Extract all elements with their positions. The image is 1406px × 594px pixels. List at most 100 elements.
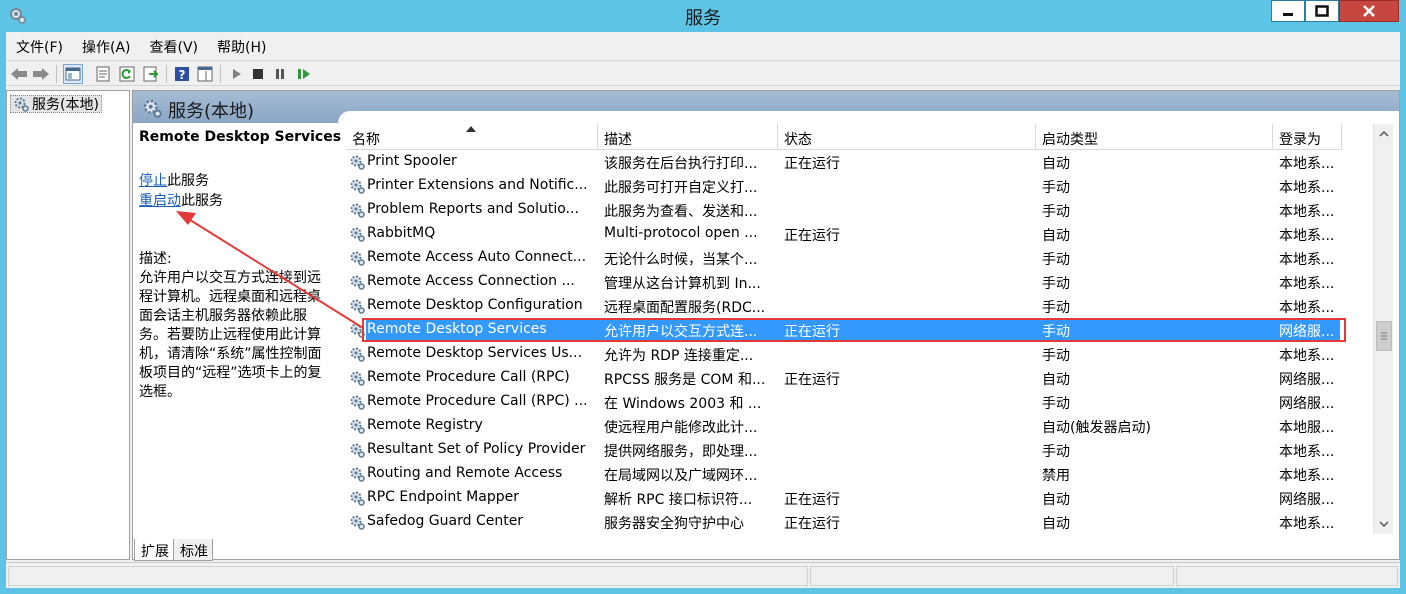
service-name: Print Spooler — [367, 153, 457, 169]
service-status: 正在运行 — [784, 324, 840, 340]
service-row[interactable]: Print Spooler 该服务在后台执行打印... 正在运行 自动 本地系... — [346, 150, 1342, 174]
service-startup-type: 手动 — [1042, 396, 1070, 412]
service-row[interactable]: Remote Procedure Call (RPC) ... 在 Windows… — [346, 390, 1342, 414]
service-gear-icon — [350, 203, 365, 218]
toolbar-separator — [56, 65, 57, 83]
properties-button[interactable] — [93, 64, 113, 84]
restart-service-button[interactable] — [294, 64, 314, 84]
toolbar: ? — [6, 60, 1400, 86]
tab-extended[interactable]: 扩展 — [134, 539, 174, 561]
service-row[interactable]: Remote Desktop Configuration 远程桌面配置服务(RDC… — [346, 294, 1342, 318]
service-logon-as: 网络服... — [1279, 324, 1335, 340]
maximize-button[interactable] — [1305, 0, 1339, 22]
column-header-logon-as[interactable]: 登录为 — [1273, 124, 1342, 150]
properties-icon — [96, 66, 110, 82]
close-icon — [1363, 5, 1375, 17]
menu-file[interactable]: 文件(F) — [6, 35, 72, 59]
start-service-button[interactable] — [227, 64, 247, 84]
scroll-down-button[interactable] — [1377, 517, 1391, 531]
pane-title: 服务(本地) — [168, 101, 255, 122]
pane-header: 服务(本地) — [133, 91, 1399, 123]
tree-item-services-local[interactable]: 服务(本地) — [10, 95, 102, 113]
service-description: RPCSS 服务是 COM 和... — [604, 372, 766, 388]
header-tab-shape — [338, 111, 1399, 123]
service-description: 管理从这台计算机到 In... — [604, 276, 761, 292]
refresh-button[interactable] — [117, 64, 137, 84]
menu-help[interactable]: 帮助(H) — [207, 35, 275, 59]
menu-view[interactable]: 查看(V) — [140, 35, 208, 59]
service-startup-type: 手动 — [1042, 180, 1070, 196]
services-gear-icon — [14, 97, 29, 112]
window-title: 服务 — [685, 8, 721, 29]
service-description: 在局域网以及广域网环... — [604, 468, 758, 484]
console-tree: 服务(本地) — [6, 90, 130, 560]
service-row[interactable]: Remote Desktop Services 允许用户以交互方式连... 正在运行… — [346, 318, 1346, 342]
service-row[interactable]: Remote Desktop Services Us... 允许为 RDP 连接重… — [346, 342, 1342, 366]
service-logon-as: 本地系... — [1279, 276, 1335, 292]
menu-action[interactable]: 操作(A) — [72, 35, 140, 59]
window-body: 文件(F) 操作(A) 查看(V) 帮助(H) ? 服务(本地) 服务(本地) … — [6, 32, 1400, 588]
restart-service-link[interactable]: 重启动 — [139, 193, 181, 209]
show-console-tree-button[interactable] — [63, 64, 83, 84]
service-description: 提供网络服务，即处理... — [604, 444, 758, 460]
service-name: Remote Access Connection ... — [367, 273, 575, 289]
service-gear-icon — [350, 395, 365, 410]
scroll-up-button[interactable] — [1377, 127, 1391, 141]
pause-service-button[interactable] — [270, 64, 290, 84]
tab-standard[interactable]: 标准 — [173, 539, 213, 561]
column-header-description[interactable]: 描述 — [598, 124, 778, 150]
play-icon — [233, 69, 241, 79]
service-description: 允许用户以交互方式连... — [604, 324, 758, 340]
service-name: Routing and Remote Access — [367, 465, 563, 481]
description-line: 选框。 — [139, 384, 181, 400]
column-header-startup-type[interactable]: 启动类型 — [1036, 124, 1273, 150]
service-row[interactable]: Remote Procedure Call (RPC) RPCSS 服务是 COM… — [346, 366, 1342, 390]
service-row[interactable]: RabbitMQ Multi-protocol open ... 正在运行 自动 本地系… — [346, 222, 1342, 246]
stop-icon — [253, 69, 263, 79]
show-action-pane-button[interactable] — [195, 64, 215, 84]
service-description: 使远程用户能修改此计... — [604, 420, 758, 436]
help-button[interactable]: ? — [172, 64, 192, 84]
forward-button[interactable] — [31, 64, 51, 84]
service-gear-icon — [350, 227, 365, 242]
view-tabs: 扩展 标准 — [134, 539, 213, 561]
service-row[interactable]: Remote Registry 使远程用户能修改此计... 自动(触发器启动) 本地服… — [346, 414, 1342, 438]
service-logon-as: 本地系... — [1279, 468, 1335, 484]
service-startup-type: 自动 — [1042, 492, 1070, 508]
selected-service-name: Remote Desktop Services — [139, 129, 342, 145]
service-gear-icon — [350, 323, 365, 338]
service-gear-icon — [350, 347, 365, 362]
restart-suffix: 此服务 — [181, 193, 223, 209]
stop-service-link[interactable]: 停止 — [139, 173, 167, 189]
service-row[interactable]: Resultant Set of Policy Provider 提供网络服务，即… — [346, 438, 1342, 462]
service-row[interactable]: Routing and Remote Access 在局域网以及广域网环... 禁用… — [346, 462, 1342, 486]
stop-service-button[interactable] — [248, 64, 268, 84]
service-description: 允许为 RDP 连接重定... — [604, 348, 754, 364]
close-button[interactable] — [1339, 0, 1399, 22]
column-header-status[interactable]: 状态 — [778, 124, 1036, 150]
service-logon-as: 本地服... — [1279, 420, 1335, 436]
service-row[interactable]: RPC Endpoint Mapper 解析 RPC 接口标识符... 正在运行 自动… — [346, 486, 1342, 510]
vertical-scrollbar[interactable] — [1373, 124, 1393, 534]
service-row[interactable]: Remote Access Connection ... 管理从这台计算机到 In… — [346, 270, 1342, 294]
service-startup-type: 自动 — [1042, 228, 1070, 244]
pause-icon — [276, 69, 284, 79]
service-row[interactable]: Printer Extensions and Notific... 此服务可打开自… — [346, 174, 1342, 198]
service-row[interactable]: Problem Reports and Solutio... 此服务为查看、发送和… — [346, 198, 1342, 222]
service-logon-as: 网络服... — [1279, 372, 1335, 388]
service-startup-type: 手动 — [1042, 252, 1070, 268]
column-header-name[interactable]: 名称 — [346, 124, 598, 150]
service-description: 解析 RPC 接口标识符... — [604, 492, 753, 508]
service-logon-as: 网络服... — [1279, 492, 1335, 508]
service-logon-as: 本地系... — [1279, 180, 1335, 196]
service-name: Remote Desktop Configuration — [367, 297, 583, 313]
service-row[interactable]: Safedog Guard Center 服务器安全狗守护中心 正在运行 自动 本地系.… — [346, 510, 1342, 534]
toolbar-separator — [166, 65, 167, 83]
service-startup-type: 手动 — [1042, 276, 1070, 292]
service-row[interactable]: Remote Access Auto Connect... 无论什么时候，当某个.… — [346, 246, 1342, 270]
scrollbar-thumb[interactable] — [1376, 321, 1392, 351]
back-button[interactable] — [9, 64, 29, 84]
export-list-button[interactable] — [141, 64, 161, 84]
service-description: Multi-protocol open ... — [604, 225, 758, 241]
minimize-button[interactable] — [1271, 0, 1305, 22]
